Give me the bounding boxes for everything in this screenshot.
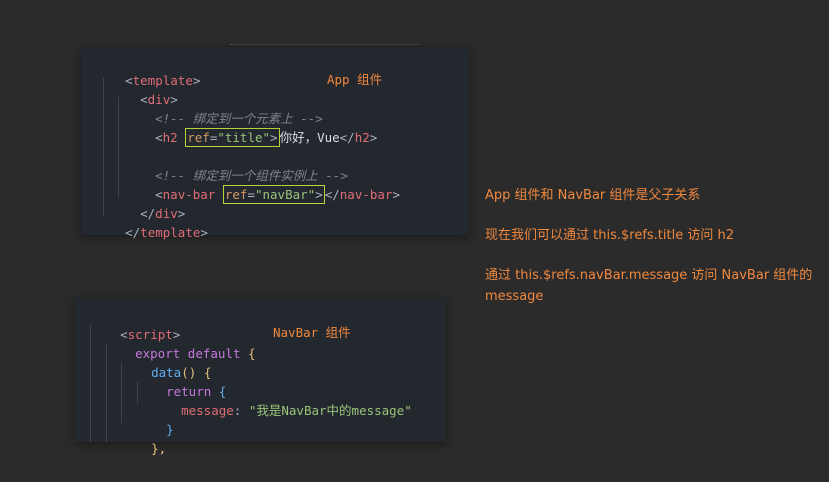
code-line: <h2 ref="title"> 你好，Vue</h2> — [125, 109, 377, 147]
ref-highlight-box: ref="title"> — [185, 128, 280, 147]
code-token: nav-bar — [339, 187, 393, 202]
code-token: 你好，Vue — [279, 130, 340, 145]
app-component-label: App 组件 — [327, 72, 383, 87]
access-navbar-note-line: message — [485, 289, 544, 304]
code-token: </ — [339, 130, 355, 145]
access-navbar-note: 通过 this.$refs.navBar.message 访问 NavBar 组… — [485, 265, 815, 307]
code-line: } — [136, 401, 174, 437]
navbar-component-label: NavBar 组件 — [273, 325, 351, 340]
code-line: <!-- 绑定到一个组件实例上 --> — [125, 147, 348, 183]
code-token: > — [369, 130, 378, 145]
code-token: ref — [224, 187, 248, 202]
code-token: h2 — [354, 130, 370, 145]
code-token: h2 — [162, 130, 178, 145]
code-line: }, — [121, 420, 166, 456]
code-line: export default { — [105, 325, 255, 361]
code-token: < — [155, 130, 163, 145]
code-token: > — [270, 130, 278, 145]
code-token: "我是NavBar中的message" — [248, 403, 412, 418]
code-line: <div> — [110, 71, 178, 107]
script-code-block: <script> export default { NavBar 组件 data… — [75, 298, 446, 456]
access-h2-note: 现在我们可以通过 this.$refs.title 访问 h2 — [485, 228, 734, 243]
code-line: <!-- 绑定到一个元素上 --> — [125, 90, 323, 126]
code-token: "navBar" — [254, 187, 316, 202]
code-token: > — [192, 73, 201, 88]
ref-highlight-box: ref="navBar"> — [222, 185, 325, 204]
relation-note: App 组件和 NavBar 组件是父子关系 — [485, 188, 701, 203]
code-line: <template> — [95, 52, 200, 88]
code-token: > — [200, 225, 208, 240]
code-token: } — [166, 422, 174, 437]
template-code-block: <template> <div> App 组件 <!-- 绑定到一个元素上 --… — [81, 47, 469, 240]
code-token: message — [181, 403, 234, 418]
code-token: { — [248, 346, 256, 361]
code-line: <script> — [90, 306, 180, 342]
code-line: </div> — [110, 185, 185, 221]
code-token: ref — [187, 130, 210, 145]
code-line: message: "我是NavBar中的message" — [151, 382, 412, 418]
code-line: data() { — [121, 344, 211, 380]
code-token: "title" — [217, 130, 271, 145]
code-line: return { — [136, 363, 226, 399]
code-token: template — [140, 225, 201, 240]
code-token: }, — [151, 441, 167, 456]
code-line: <nav-bar ref="navBar"> </nav-bar> — [125, 166, 400, 204]
code-token: : — [233, 403, 242, 418]
access-navbar-note-line: 通过 this.$refs.navBar.message 访问 NavBar 组… — [485, 268, 813, 283]
code-token: </ — [324, 187, 340, 202]
code-token: > — [315, 187, 323, 202]
code-token: </ — [125, 225, 141, 240]
code-token: = — [247, 187, 255, 202]
code-line: </template> — [95, 204, 208, 240]
code-token: > — [392, 187, 400, 202]
